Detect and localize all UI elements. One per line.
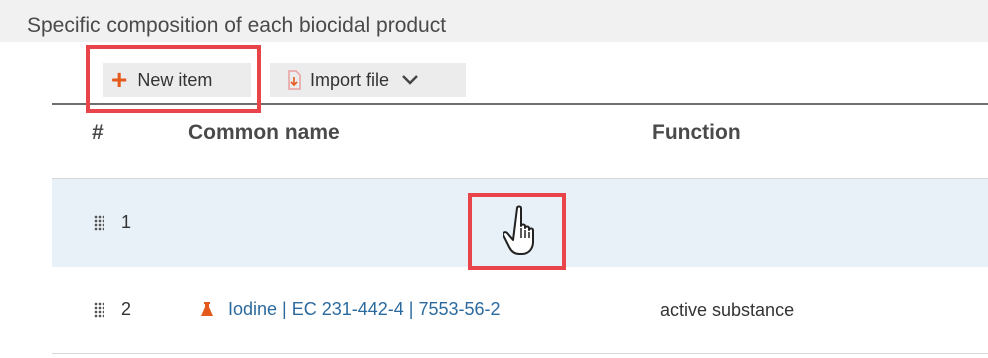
chevron-down-icon[interactable] xyxy=(401,74,419,86)
flask-icon xyxy=(200,301,214,318)
column-header-common-name[interactable]: Common name xyxy=(188,121,340,145)
cursor-highlight xyxy=(468,193,566,270)
substance-link[interactable]: Iodine | EC 231-442-4 | 7553-56-2 xyxy=(200,299,501,320)
column-header-function[interactable]: Function xyxy=(652,121,741,145)
drag-handle-icon[interactable] xyxy=(94,215,104,231)
section-title: Specific composition of each biocidal pr… xyxy=(27,14,447,37)
import-file-icon xyxy=(286,70,302,90)
new-item-highlight xyxy=(86,45,261,113)
import-file-button[interactable]: Import file xyxy=(270,63,466,97)
row-number: 2 xyxy=(121,299,132,319)
drag-handle-icon[interactable] xyxy=(94,302,104,318)
table-row[interactable]: 2 Iodine | EC 231-442-4 | 7553-56-2 acti… xyxy=(52,267,988,354)
section-header: Specific composition of each biocidal pr… xyxy=(0,0,988,42)
column-header-index: # xyxy=(92,121,104,144)
row-number: 1 xyxy=(121,212,132,232)
function-value: active substance xyxy=(660,300,795,320)
import-file-label: Import file xyxy=(310,69,390,90)
common-name-value: Iodine | EC 231-442-4 | 7553-56-2 xyxy=(228,299,501,319)
